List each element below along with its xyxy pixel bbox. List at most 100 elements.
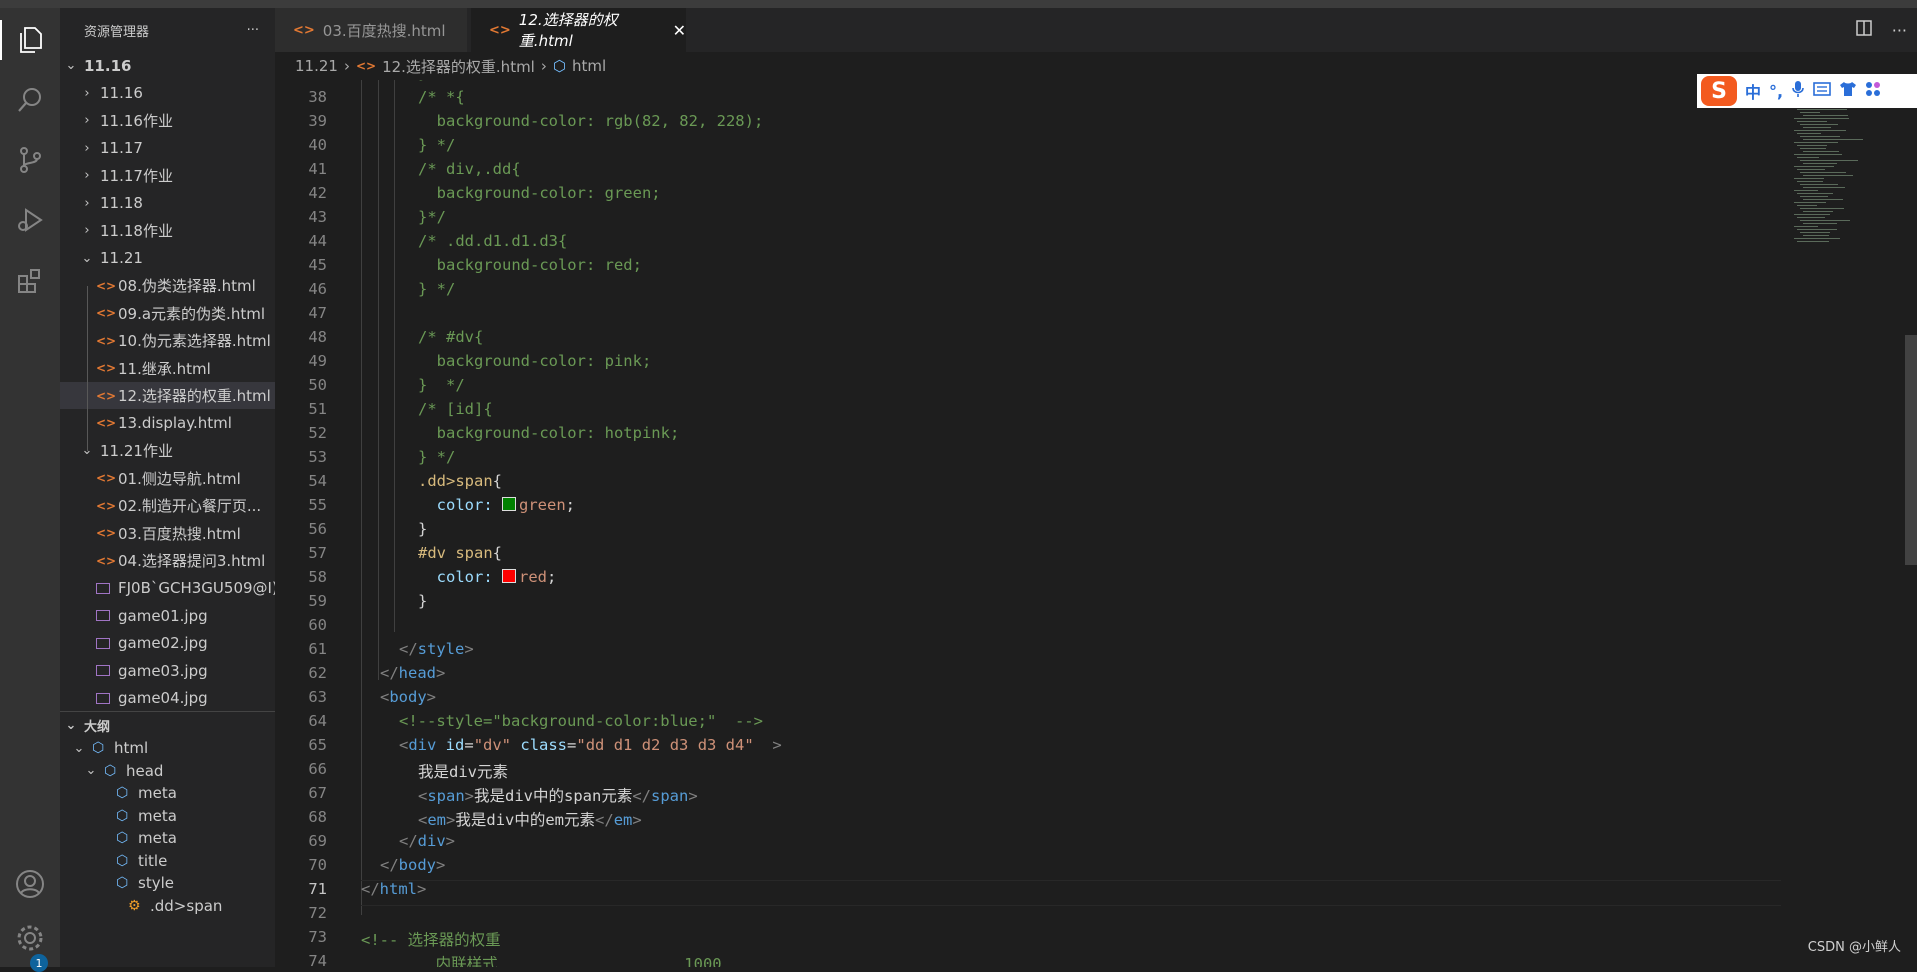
folder-item[interactable]: › 11.17 xyxy=(60,135,275,162)
close-icon[interactable]: ✕ xyxy=(673,21,686,40)
file-item[interactable]: <> 02.制造开心餐厅页... xyxy=(60,492,275,519)
minimap-line xyxy=(1797,229,1837,230)
file-item[interactable]: <> 08.伪类选择器.html xyxy=(60,272,275,299)
element-cube-icon: ⬡ xyxy=(116,785,129,801)
folder-item[interactable]: ⌄ 11.21 xyxy=(60,245,275,272)
tree-item-label: FJ0B`GCH3GU509@I)... xyxy=(118,579,275,597)
code-token: background-color: hotpink; xyxy=(418,424,680,442)
code-line: 44 /* .dd.d1.d1.d3{ xyxy=(275,232,1775,256)
code-editor[interactable]: 37} */ 38 /* *{39 background-color: rgb(82… xyxy=(275,80,1917,967)
outline-header[interactable]: ⌄ 大纲 xyxy=(60,711,275,738)
html-file-icon: <> xyxy=(96,278,117,293)
file-item[interactable]: game03.jpg xyxy=(60,657,275,684)
code-token: red xyxy=(519,568,547,586)
tab-baidu-hot[interactable]: <> 03.百度热搜.html xyxy=(275,8,467,52)
minimap-line xyxy=(1794,142,1838,143)
file-item[interactable]: game01.jpg xyxy=(60,602,275,629)
vertical-scrollbar[interactable] xyxy=(1905,335,1917,565)
file-item[interactable]: <> 13.display.html xyxy=(60,410,275,437)
split-editor-icon[interactable] xyxy=(1855,20,1872,40)
account-icon[interactable] xyxy=(10,864,50,904)
line-number: 44 xyxy=(308,232,327,250)
outline-item[interactable]: ⬡ title xyxy=(60,850,275,872)
breadcrumb-node[interactable]: html xyxy=(572,57,606,75)
run-debug-icon[interactable] xyxy=(10,200,50,240)
minimap-line xyxy=(1800,136,1840,137)
html-file-icon: <> xyxy=(96,416,117,430)
outline-item[interactable]: ⚙ .dd>span xyxy=(60,895,275,917)
outline-item-label: head xyxy=(126,761,164,780)
line-number: 49 xyxy=(308,352,327,370)
code-token: head xyxy=(398,664,436,682)
chevron-right-icon: › xyxy=(84,113,90,128)
more-actions-icon[interactable]: ··· xyxy=(1892,21,1907,40)
file-item[interactable]: <> 03.百度热搜.html xyxy=(60,520,275,547)
file-item[interactable]: FJ0B`GCH3GU509@I)... xyxy=(60,575,275,602)
code-token: span xyxy=(427,787,465,805)
code-token: } xyxy=(418,520,428,538)
tab-selector-weight[interactable]: <> 12.选择器的权重.html ✕ xyxy=(471,8,686,52)
line-number: 41 xyxy=(308,160,327,178)
color-swatch[interactable] xyxy=(502,569,516,583)
file-item[interactable]: game02.jpg xyxy=(60,630,275,657)
search-icon[interactable] xyxy=(10,80,50,120)
line-content: /* .dd.d1.d1.d3{ xyxy=(418,232,567,250)
folder-item[interactable]: › 11.17作业 xyxy=(60,162,275,189)
chevron-right-icon: › xyxy=(84,140,90,156)
code-token: </ xyxy=(399,832,418,850)
file-item[interactable]: <> 01.侧边导航.html xyxy=(60,465,275,492)
editor-tabs: <> 03.百度热搜.html <> 12.选择器的权重.html ✕ ··· xyxy=(275,8,1917,52)
file-item[interactable]: <> 04.选择器提问3.html xyxy=(60,547,275,574)
line-content: .dd>span{ xyxy=(418,472,502,490)
minimap-line xyxy=(1794,226,1818,227)
sogou-logo-icon[interactable]: S xyxy=(1701,76,1737,106)
settings-gear-icon[interactable] xyxy=(10,918,50,958)
ime-chinese-mode[interactable]: 中 xyxy=(1745,79,1761,103)
line-number: 37 xyxy=(275,80,327,82)
toolbox-grid-icon[interactable] xyxy=(1865,81,1881,101)
folder-item[interactable]: › 11.16作业 xyxy=(60,107,275,134)
file-item[interactable]: <> 09.a元素的伪类.html xyxy=(60,300,275,327)
minimap[interactable] xyxy=(1790,80,1910,967)
file-item[interactable]: <> 10.伪元素选择器.html xyxy=(60,327,275,354)
folder-item[interactable]: › 11.18 xyxy=(60,190,275,217)
minimap-line xyxy=(1794,118,1849,119)
breadcrumb-file[interactable]: 12.选择器的权重.html xyxy=(382,56,535,77)
outline-item[interactable]: ⌄ ⬡ head xyxy=(60,760,275,782)
extensions-icon[interactable] xyxy=(10,260,50,300)
line-content: } */ xyxy=(418,376,465,394)
outline-item[interactable]: ⬡ meta xyxy=(60,827,275,849)
minimap-line xyxy=(1803,187,1845,188)
skin-shirt-icon[interactable] xyxy=(1839,81,1857,101)
microphone-icon[interactable] xyxy=(1791,80,1805,102)
color-swatch[interactable] xyxy=(502,497,516,511)
line-number: 58 xyxy=(308,568,327,586)
source-control-icon[interactable] xyxy=(10,140,50,180)
outline-item[interactable]: ⬡ style xyxy=(60,872,275,894)
code-line: 70 </body> xyxy=(275,856,1775,880)
minimap-line xyxy=(1803,235,1829,236)
line-content: background-color: red; xyxy=(418,256,642,274)
more-actions-icon[interactable]: ··· xyxy=(247,23,259,38)
file-item[interactable]: <> 12.选择器的权重.html xyxy=(60,382,275,409)
line-content: /* div,.dd{ xyxy=(418,160,521,178)
line-number: 73 xyxy=(308,928,327,946)
code-line: 50} */ xyxy=(275,376,1775,400)
keyboard-icon[interactable] xyxy=(1813,82,1831,100)
file-item[interactable]: game04.jpg xyxy=(60,685,275,712)
breadcrumb-folder[interactable]: 11.21 xyxy=(295,57,338,75)
folder-item[interactable]: ⌄11.21作业 xyxy=(60,437,275,464)
file-item[interactable]: <> 11.继承.html xyxy=(60,355,275,382)
explorer-icon[interactable] xyxy=(0,20,60,60)
code-token: <!--style="background-color:blue;" --> xyxy=(399,712,763,730)
outline-item[interactable]: ⌄ ⬡ html xyxy=(60,737,275,759)
folder-item[interactable]: ⌄ 11.16 xyxy=(60,52,275,79)
outline-item[interactable]: ⬡ meta xyxy=(60,805,275,827)
tree-item-label: game04.jpg xyxy=(118,689,208,707)
outline-item[interactable]: ⬡ meta xyxy=(60,782,275,804)
folder-item[interactable]: › 11.18作业 xyxy=(60,217,275,244)
folder-item[interactable]: › 11.16 xyxy=(60,80,275,107)
code-line: 74 内联样式 1000 xyxy=(275,952,1775,967)
ime-punctuation[interactable]: °, xyxy=(1769,82,1783,101)
element-cube-icon: ⬡ xyxy=(104,762,117,779)
